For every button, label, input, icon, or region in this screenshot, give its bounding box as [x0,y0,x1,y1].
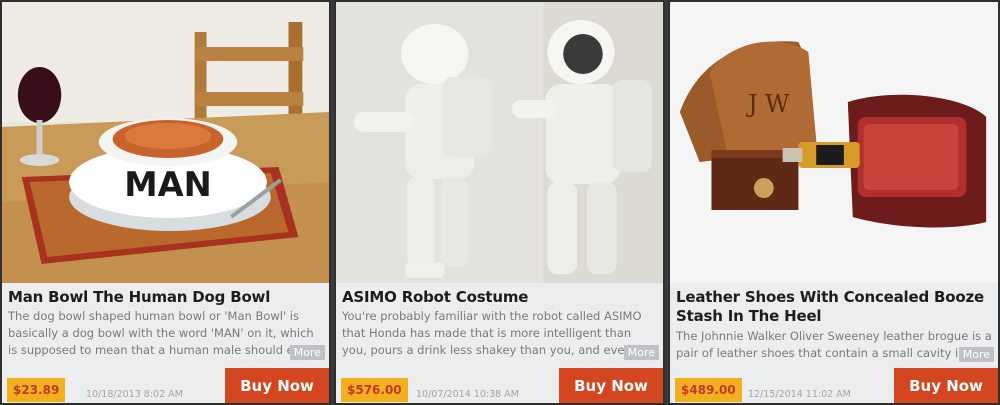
bowl-label: MAN [124,165,212,204]
more-button[interactable]: More [958,347,994,362]
product-description: You're probably familiar with the robot … [342,309,656,357]
shoe-monogram: J W [746,90,790,118]
product-image[interactable]: J W [670,2,998,283]
product-image[interactable] [336,2,663,283]
price-badge: $576.00 [341,378,408,402]
product-card[interactable]: MAN Man Bowl The Human Dog Bowl The dog … [0,0,331,405]
product-card[interactable]: ASIMO Robot Costume You're probably fami… [334,0,665,405]
product-image[interactable]: MAN [2,2,329,283]
buy-now-button[interactable]: Buy Now [894,368,998,403]
price-badge: $489.00 [675,378,742,402]
product-title[interactable]: ASIMO Robot Costume [342,288,657,307]
posted-date: 10/18/2013 8:02 AM [86,389,183,400]
more-button[interactable]: More [289,345,325,360]
product-description: The dog bowl shaped human bowl or 'Man B… [8,309,314,357]
product-card[interactable]: J W Leather Shoes With Concealed Booze S… [668,0,1000,405]
product-grid: MAN Man Bowl The Human Dog Bowl The dog … [0,0,1000,405]
product-title[interactable]: Man Bowl The Human Dog Bowl [8,288,323,307]
buy-now-button[interactable]: Buy Now [559,368,663,403]
buy-now-button[interactable]: Buy Now [225,368,329,403]
product-title[interactable]: Leather Shoes With Concealed Booze Stash… [676,288,992,326]
posted-date: 10/07/2014 10:38 AM [416,389,519,400]
product-description: The Johnnie Walker Oliver Sweeney leathe… [676,329,992,360]
more-button[interactable]: More [623,345,659,360]
price-badge: $23.89 [7,378,66,402]
posted-date: 12/15/2014 11:02 AM [748,389,851,400]
